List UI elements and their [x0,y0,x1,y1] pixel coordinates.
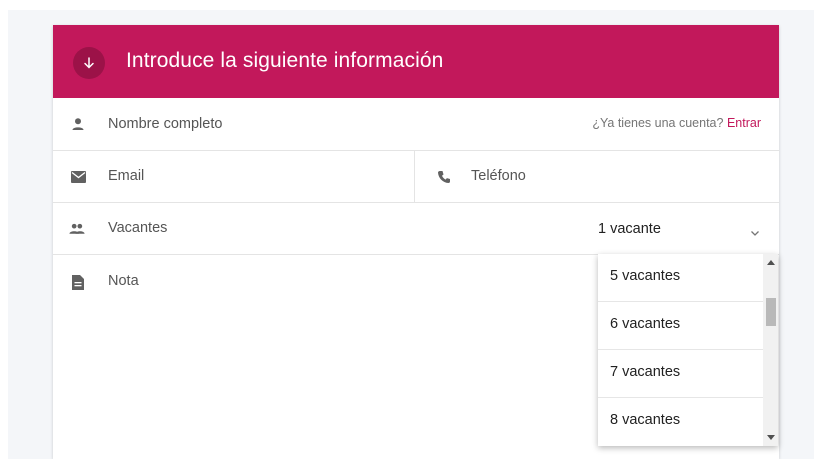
form-title: Introduce la siguiente información [126,49,444,72]
group-icon [69,221,85,237]
dropdown-option[interactable]: 5 vacantes [598,254,763,302]
dropdown-option-label: 7 vacantes [610,364,681,380]
phone-icon [436,169,452,185]
left-strip [0,0,8,459]
form-header: Introduce la siguiente información [53,25,779,98]
top-strip [0,0,814,10]
note-field[interactable]: Nota [108,273,139,289]
login-link[interactable]: Entrar [727,116,761,130]
field-divider [414,151,415,203]
email-icon [70,169,86,185]
contact-row: Email Teléfono [53,151,779,203]
dropdown-scrollbar[interactable] [763,254,778,446]
vacancies-row: Vacantes 1 vacante [53,203,779,255]
dropdown-option[interactable]: 6 vacantes [598,302,763,350]
login-prompt-text: ¿Ya tienes una cuenta? [592,116,724,130]
email-field[interactable]: Email [108,168,144,184]
name-row: Nombre completo ¿Ya tienes una cuenta? E… [53,98,779,151]
dropdown-option[interactable]: 8 vacantes [598,398,763,445]
dropdown-option-label: 5 vacantes [610,268,681,284]
dropdown-option[interactable]: 7 vacantes [598,350,763,398]
arrow-down-icon[interactable] [73,47,105,79]
scroll-up-arrow-icon[interactable] [767,260,775,265]
vacancies-label: Vacantes [108,220,168,236]
chevron-down-icon[interactable] [750,225,760,236]
dropdown-option-label: 6 vacantes [610,316,681,332]
login-prompt: ¿Ya tienes una cuenta? Entrar [592,116,761,130]
person-icon [70,116,86,132]
vacancies-dropdown[interactable]: 5 vacantes 6 vacantes 7 vacantes 8 vacan… [598,254,778,446]
dropdown-option-label: 8 vacantes [610,412,681,428]
name-field[interactable]: Nombre completo [108,116,222,132]
phone-field[interactable]: Teléfono [471,168,526,184]
vacancies-select[interactable]: 1 vacante [598,221,661,237]
scroll-down-arrow-icon[interactable] [767,435,775,440]
document-icon [70,274,86,290]
scroll-thumb[interactable] [766,298,776,326]
